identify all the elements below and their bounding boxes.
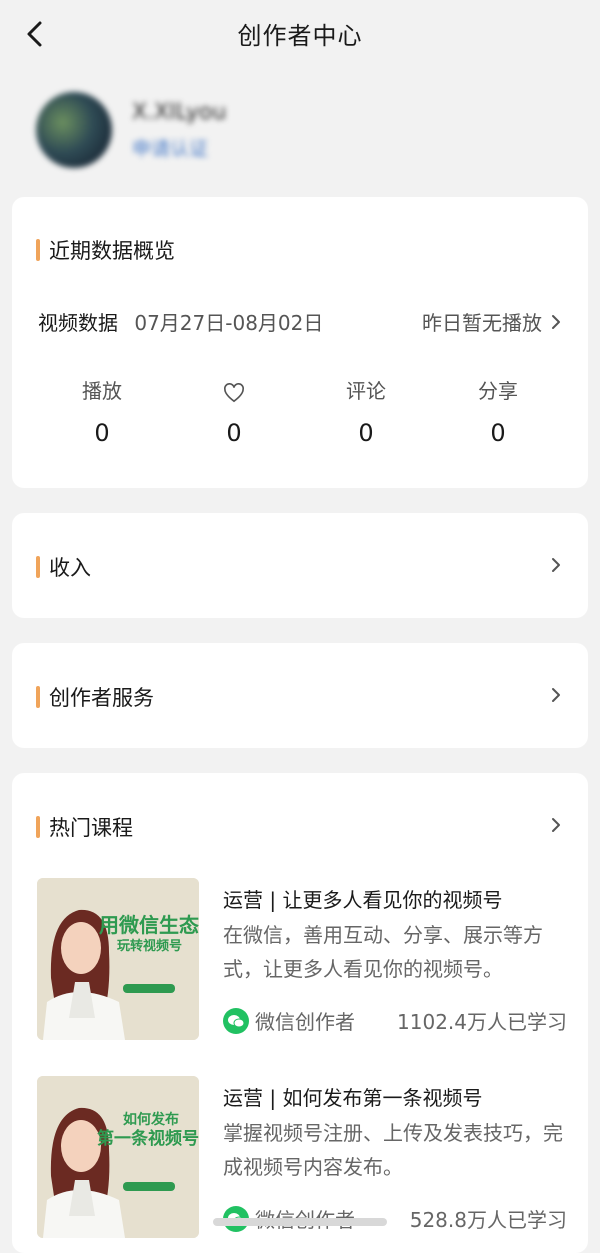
creator-services-row[interactable]: 创作者服务: [12, 643, 588, 748]
presenter-illustration: 如何发布 第一条视频号: [37, 1076, 199, 1238]
accent-bar: [36, 686, 40, 708]
section-title-overview: 近期数据概览: [36, 235, 175, 265]
shares-count: 0: [490, 419, 506, 447]
plays-count: 0: [94, 419, 110, 447]
accent-bar: [36, 556, 40, 578]
stat-plays: 播放 0: [36, 377, 168, 447]
course-description: 在微信，善用互动、分享、展示等方式，让更多人看见你的视频号。: [223, 923, 543, 981]
avatar[interactable]: [36, 92, 112, 168]
page-title: 创作者中心: [237, 22, 363, 50]
stat-shares: 分享 0: [432, 377, 564, 447]
course-description: 掌握视频号注册、上传及发表技巧，完成视频号内容发布。: [223, 1121, 563, 1179]
course-thumb-line2: 第一条视频号: [97, 1128, 199, 1149]
heart-icon: [224, 382, 244, 402]
comments-count: 0: [358, 419, 374, 447]
course-item[interactable]: 如何发布 第一条视频号 运营 | 如何发布第一条视频号 掌握视频号注册、上传及发…: [37, 1076, 577, 1238]
date-range: 07月27日-08月02日: [134, 311, 324, 335]
wechat-icon: [223, 1007, 249, 1034]
chevron-right-icon[interactable]: [550, 815, 562, 835]
course-learner-count: 528.8万人已学习: [409, 1208, 567, 1232]
video-data-label: 视频数据: [38, 311, 118, 335]
apply-verification-link[interactable]: 申请认证: [132, 134, 208, 161]
chevron-right-icon: [552, 558, 560, 572]
hot-courses-card: 热门课程 用微信生态 玩转视频号 运营 | 让更多人看见你的视频号 在微信，善用…: [12, 773, 588, 1253]
data-overview-card: 近期数据概览 视频数据 07月27日-08月02日 昨日暂无播放 播放 0 0 …: [12, 197, 588, 488]
home-indicator[interactable]: [213, 1218, 387, 1226]
profile-header[interactable]: X.XILyou 申请认证: [28, 84, 244, 178]
course-meta: 微信创作者 1102.4万人已学习: [223, 1006, 567, 1035]
chevron-right-icon: [552, 688, 560, 702]
video-data-row: 视频数据 07月27日-08月02日 昨日暂无播放: [38, 307, 562, 336]
course-item[interactable]: 用微信生态 玩转视频号 运营 | 让更多人看见你的视频号 在微信，善用互动、分享…: [37, 878, 577, 1040]
likes-count: 0: [226, 419, 242, 447]
chevron-right-icon: [552, 314, 560, 329]
income-title: 收入: [49, 556, 91, 580]
presenter-illustration: 用微信生态 玩转视频号: [37, 878, 199, 1040]
services-title: 创作者服务: [49, 686, 154, 710]
course-thumb-line2: 玩转视频号: [117, 938, 182, 954]
course-author: 微信创作者: [255, 1010, 355, 1034]
course-thumbnail: 如何发布 第一条视频号: [37, 1076, 199, 1238]
nav-bar: 创作者中心: [0, 0, 600, 68]
section-title-courses[interactable]: 热门课程: [36, 812, 133, 842]
course-title: 运营 | 如何发布第一条视频号: [223, 1086, 483, 1110]
course-thumb-line1: 如何发布: [123, 1111, 179, 1128]
stat-comments: 评论 0: [300, 377, 432, 447]
course-title: 运营 | 让更多人看见你的视频号: [223, 888, 503, 912]
yesterday-status-link[interactable]: 昨日暂无播放: [422, 307, 562, 336]
course-thumb-line1: 用微信生态: [99, 913, 199, 937]
course-thumbnail: 用微信生态 玩转视频号: [37, 878, 199, 1040]
accent-bar: [36, 816, 40, 838]
course-learner-count: 1102.4万人已学习: [397, 1010, 567, 1034]
profile-name: X.XILyou: [132, 100, 227, 125]
stats-row: 播放 0 0 评论 0 分享 0: [36, 377, 564, 447]
stat-likes: 0: [168, 377, 300, 447]
income-row[interactable]: 收入: [12, 513, 588, 618]
accent-bar: [36, 239, 40, 261]
